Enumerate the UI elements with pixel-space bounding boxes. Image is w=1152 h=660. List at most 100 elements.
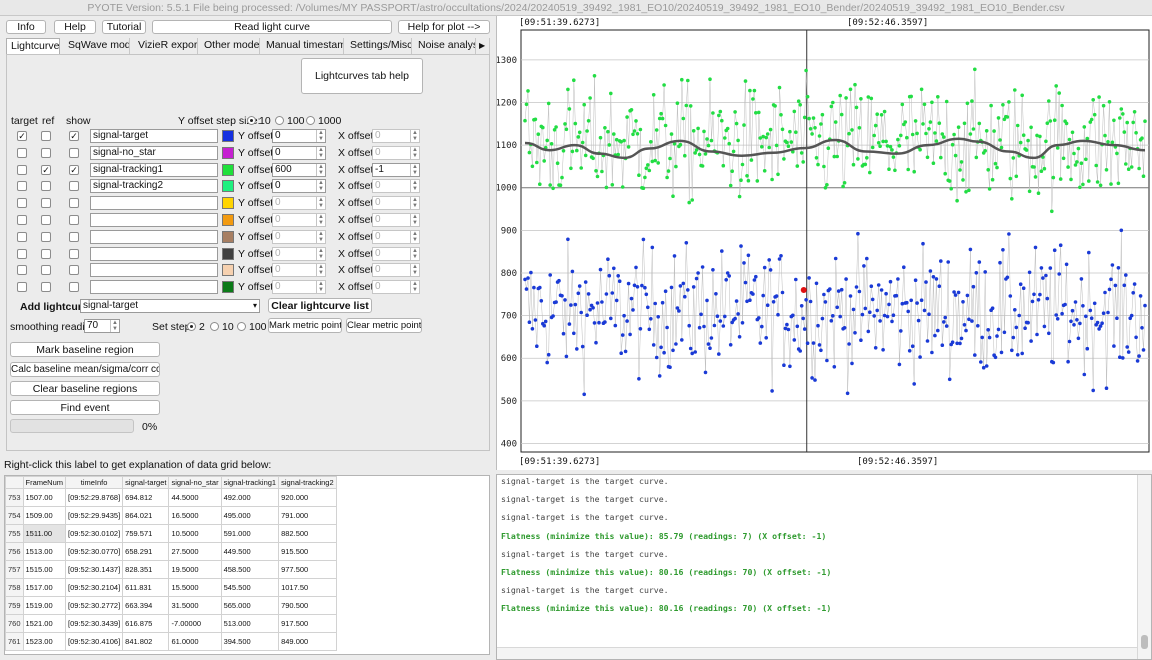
grid-cell[interactable]: 10.5000 <box>168 524 222 543</box>
data-grid[interactable]: FrameNum timeInfo signal-target signal-no_s… <box>4 475 490 655</box>
lightcurve-name-field[interactable] <box>90 263 218 277</box>
table-row[interactable]: 754 1509.00 [09:52:29.9435] 864.021 16.5000 4… <box>5 506 337 525</box>
grid-cell[interactable]: 1521.00 <box>22 614 67 633</box>
tab-settings-misc[interactable]: Settings/Misc. <box>346 38 412 54</box>
help-for-plot-button[interactable]: Help for plot --> <box>398 20 490 34</box>
table-row[interactable]: 757 1515.00 [09:52:30.1437] 828.351 19.5000 4… <box>5 560 337 579</box>
color-swatch[interactable] <box>222 264 234 276</box>
row-header[interactable]: 756 <box>5 542 24 561</box>
stepper-arrows-icon[interactable]: ▲ ▼ <box>316 180 325 192</box>
stepper-arrows-icon[interactable]: ▲ ▼ <box>316 197 325 209</box>
y-offset-stepper[interactable]: 0 ▲ ▼ <box>272 213 326 227</box>
x-offset-stepper[interactable]: 0 ▲ ▼ <box>372 179 420 193</box>
clear-baseline-regions-button[interactable]: Clear baseline regions <box>10 381 160 396</box>
show-checkbox[interactable] <box>69 249 79 259</box>
stepper-arrows-icon[interactable]: ▲ ▼ <box>316 164 325 176</box>
grid-cell[interactable]: 694.812 <box>122 488 170 507</box>
grid-cell[interactable]: 611.831 <box>122 578 170 597</box>
grid-cell[interactable]: 791.000 <box>278 506 337 525</box>
tab-sqwave-model[interactable]: SqWave model <box>64 38 130 54</box>
y-step-radio-100[interactable] <box>275 116 284 125</box>
show-checkbox[interactable]: ✓ <box>69 165 79 175</box>
grid-cell[interactable]: 1515.00 <box>22 560 67 579</box>
target-checkbox[interactable] <box>17 165 27 175</box>
ref-checkbox[interactable] <box>41 265 51 275</box>
grid-cell[interactable]: 394.500 <box>220 632 280 651</box>
table-row[interactable]: 755 1511.00 [09:52:30.0102] 759.571 10.5000 5… <box>5 524 337 543</box>
grid-cell[interactable]: 19.5000 <box>168 560 222 579</box>
x-offset-stepper[interactable]: 0 ▲ ▼ <box>372 196 420 210</box>
grid-cell[interactable]: 495.000 <box>220 506 280 525</box>
grid-column-header[interactable]: signal-tracking1 <box>220 476 280 489</box>
color-swatch[interactable] <box>222 248 234 260</box>
lightcurve-name-field[interactable]: signal-tracking2 <box>90 179 218 193</box>
clear-metric-points-button[interactable]: Clear metric points <box>346 318 422 333</box>
ref-checkbox[interactable] <box>41 249 51 259</box>
target-checkbox[interactable] <box>17 249 27 259</box>
grid-cell[interactable]: 1523.00 <box>22 632 67 651</box>
grid-cell[interactable]: [09:52:30.1437] <box>65 560 124 579</box>
tab-vizier-export[interactable]: VizieR export <box>134 38 198 54</box>
color-swatch[interactable] <box>222 164 234 176</box>
y-offset-stepper[interactable]: 0 ▲ ▼ <box>272 179 326 193</box>
table-row[interactable]: 753 1507.00 [09:52:29.8768] 694.812 44.5000 4… <box>5 488 337 507</box>
y-step-radio-10[interactable] <box>247 116 256 125</box>
grid-cell[interactable]: 492.000 <box>220 488 280 507</box>
x-offset-stepper[interactable]: 0 ▲ ▼ <box>372 280 420 294</box>
row-header[interactable]: 754 <box>5 506 24 525</box>
ref-checkbox[interactable]: ✓ <box>41 165 51 175</box>
row-header[interactable]: 757 <box>5 560 24 579</box>
log-scrollbar-thumb[interactable] <box>1141 635 1148 649</box>
grid-cell[interactable]: 16.5000 <box>168 506 222 525</box>
clear-lightcurve-list-button[interactable]: Clear lightcurve list <box>268 298 372 313</box>
stepper-arrows-icon[interactable]: ▲ ▼ <box>410 180 419 192</box>
x-offset-stepper[interactable]: 0 ▲ ▼ <box>372 230 420 244</box>
grid-cell[interactable]: 977.500 <box>278 560 337 579</box>
tab-lightcurves[interactable]: Lightcurves <box>6 38 60 54</box>
stepper-arrows-icon[interactable]: ▲ ▼ <box>316 248 325 260</box>
calc-baseline-button[interactable]: Calc baseline mean/sigma/corr coeffs <box>10 362 160 377</box>
data-grid-help-label[interactable]: Right-click this label to get explanatio… <box>4 459 271 471</box>
row-header[interactable]: 758 <box>5 578 24 597</box>
show-checkbox[interactable] <box>69 232 79 242</box>
grid-cell[interactable]: 663.394 <box>122 596 170 615</box>
grid-column-header[interactable]: signal-tracking2 <box>278 476 337 489</box>
grid-cell[interactable]: 513.000 <box>220 614 280 633</box>
log-horizontal-scrollbar[interactable] <box>497 647 1137 659</box>
target-checkbox[interactable] <box>17 215 27 225</box>
target-checkbox[interactable] <box>17 232 27 242</box>
grid-column-header[interactable]: signal-target <box>122 476 170 489</box>
mark-metric-points-button[interactable]: Mark metric points <box>268 318 342 333</box>
ref-checkbox[interactable] <box>41 181 51 191</box>
color-swatch[interactable] <box>222 214 234 226</box>
ref-checkbox[interactable] <box>41 148 51 158</box>
grid-cell[interactable]: 545.500 <box>220 578 280 597</box>
grid-column-header[interactable]: signal-no_star <box>168 476 222 489</box>
stepper-arrows-icon[interactable]: ▲ ▼ <box>410 214 419 226</box>
set-step-radio-10[interactable] <box>210 322 219 331</box>
lightcurves-tab-help-button[interactable]: Lightcurves tab help <box>301 58 423 94</box>
mark-baseline-region-button[interactable]: Mark baseline region <box>10 342 160 357</box>
lightcurve-name-field[interactable] <box>90 280 218 294</box>
grid-cell[interactable]: [09:52:30.0770] <box>65 542 124 561</box>
grid-column-header[interactable]: FrameNum <box>22 476 67 489</box>
find-event-button[interactable]: Find event <box>10 400 160 415</box>
help-button[interactable]: Help <box>54 20 96 34</box>
grid-cell[interactable]: 61.0000 <box>168 632 222 651</box>
grid-column-header[interactable]: timeInfo <box>65 476 124 489</box>
stepper-arrows-icon[interactable]: ▲ ▼ <box>410 147 419 159</box>
grid-cell[interactable]: 1513.00 <box>22 542 67 561</box>
grid-cell[interactable]: 917.500 <box>278 614 337 633</box>
color-swatch[interactable] <box>222 130 234 142</box>
lightcurve-name-field[interactable] <box>90 196 218 210</box>
y-offset-stepper[interactable]: 600 ▲ ▼ <box>272 163 326 177</box>
chart-svg[interactable]: 400 500 600 700 800 900 1000 1100 1200 1300 <box>495 16 1152 470</box>
x-offset-stepper[interactable]: -1 ▲ ▼ <box>372 163 420 177</box>
color-swatch[interactable] <box>222 180 234 192</box>
stepper-arrows-icon[interactable]: ▲ ▼ <box>316 231 325 243</box>
grid-cell[interactable]: 915.500 <box>278 542 337 561</box>
ref-checkbox[interactable] <box>41 232 51 242</box>
tab-noise-analysis[interactable]: Noise analysis/ <box>414 38 476 54</box>
lightcurve-name-field[interactable] <box>90 213 218 227</box>
table-row[interactable]: 760 1521.00 [09:52:30.3439] 616.875 -7.00000… <box>5 614 337 633</box>
